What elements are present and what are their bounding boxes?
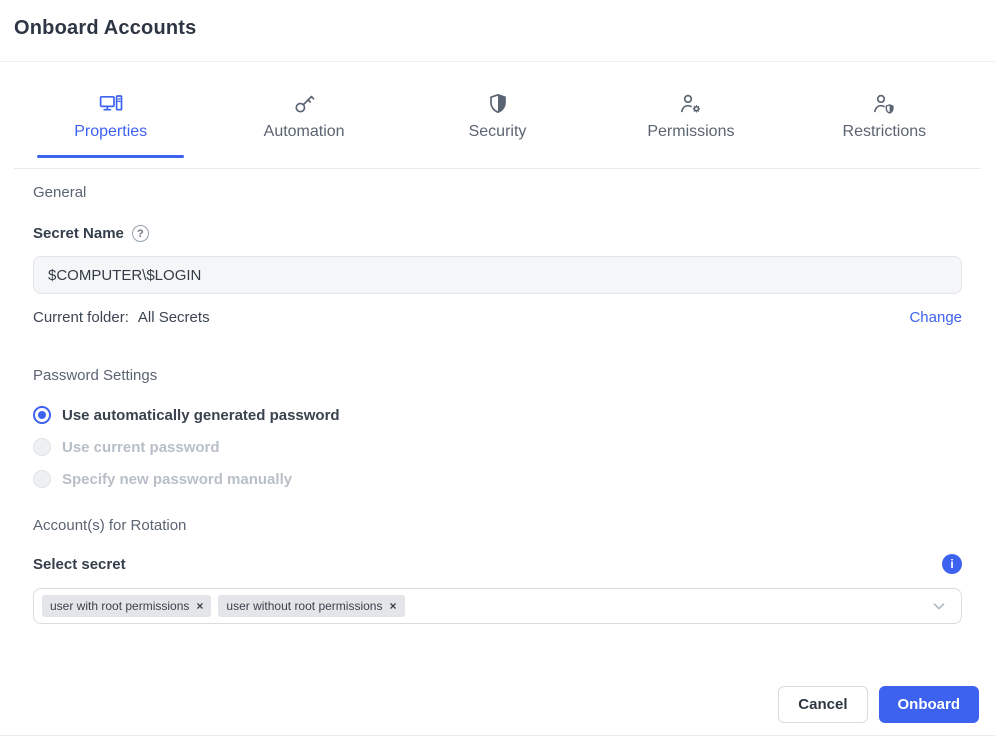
section-rotation: Account(s) for Rotation	[33, 517, 962, 534]
tab-properties[interactable]: Properties	[14, 62, 207, 168]
password-radio-group: Use automatically generated password Use…	[33, 404, 962, 490]
secret-name-input[interactable]	[33, 256, 962, 294]
dialog-footer: Cancel Onboard	[778, 686, 979, 723]
form-content: General Secret Name ? Current folder: Al…	[0, 184, 995, 624]
cancel-button[interactable]: Cancel	[778, 686, 867, 723]
tab-automation[interactable]: Automation	[207, 62, 400, 168]
tab-label: Properties	[74, 123, 147, 141]
user-shield-icon	[872, 92, 896, 116]
active-tab-underline	[37, 155, 184, 158]
page-title: Onboard Accounts	[14, 17, 981, 40]
tab-label: Permissions	[647, 123, 734, 141]
tab-restrictions[interactable]: Restrictions	[788, 62, 981, 168]
radio-selected-icon	[33, 406, 51, 424]
shield-icon	[486, 92, 510, 116]
current-folder-label: Current folder:	[33, 309, 129, 326]
key-icon	[292, 92, 316, 116]
help-icon[interactable]: ?	[132, 225, 149, 242]
secret-name-label: Secret Name	[33, 225, 124, 242]
dialog-header: Onboard Accounts	[0, 0, 995, 62]
radio-current-password: Use current password	[33, 436, 962, 458]
tab-security[interactable]: Security	[401, 62, 594, 168]
tag-label: user without root permissions	[226, 599, 382, 613]
section-password-settings: Password Settings	[33, 367, 962, 384]
radio-auto-generated-password[interactable]: Use automatically generated password	[33, 404, 962, 426]
tab-label: Security	[469, 123, 527, 141]
tab-bar: Properties Automation Security	[14, 62, 981, 169]
tag-user-with-root: user with root permissions ×	[42, 595, 211, 617]
remove-tag-icon[interactable]: ×	[196, 600, 203, 612]
tag-user-without-root: user without root permissions ×	[218, 595, 404, 617]
select-secret-label: Select secret	[33, 556, 126, 573]
radio-manual-password: Specify new password manually	[33, 468, 962, 490]
user-gear-icon	[679, 92, 703, 116]
section-general: General	[33, 184, 962, 201]
select-secret-dropdown[interactable]: user with root permissions × user withou…	[33, 588, 962, 624]
change-folder-link[interactable]: Change	[909, 309, 962, 326]
tab-permissions[interactable]: Permissions	[594, 62, 787, 168]
bottom-divider	[0, 735, 995, 736]
radio-disabled-icon	[33, 438, 51, 456]
tag-label: user with root permissions	[50, 599, 189, 613]
remove-tag-icon[interactable]: ×	[389, 600, 396, 612]
radio-disabled-icon	[33, 470, 51, 488]
info-icon[interactable]: i	[942, 554, 962, 574]
chevron-down-icon[interactable]	[930, 597, 948, 615]
computer-icon	[99, 92, 123, 116]
tab-label: Restrictions	[843, 123, 927, 141]
tab-label: Automation	[264, 123, 345, 141]
current-folder-value: All Secrets	[138, 309, 210, 326]
onboard-button[interactable]: Onboard	[879, 686, 980, 723]
